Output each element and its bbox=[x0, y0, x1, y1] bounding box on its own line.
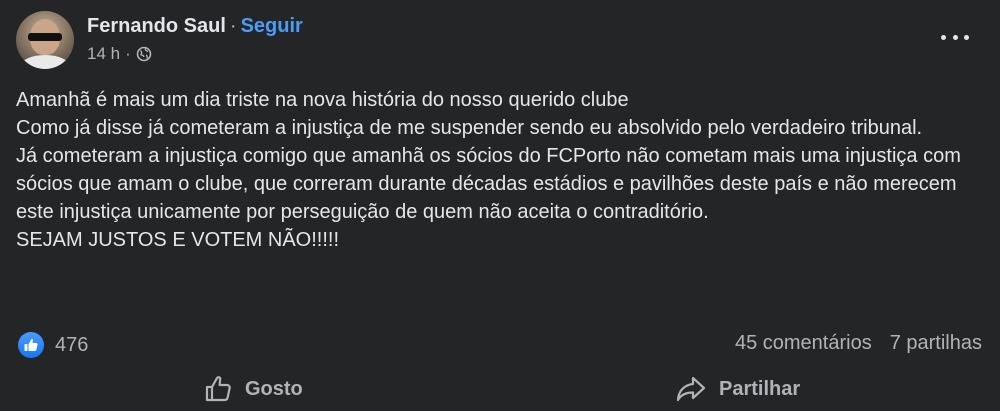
post-line: Como já disse já cometeram a injustiça d… bbox=[16, 117, 923, 139]
post-line: Já cometeram a injustiça comigo que aman… bbox=[16, 145, 961, 223]
author-name[interactable]: Fernando Saul bbox=[87, 15, 226, 37]
meta-separator: · bbox=[125, 44, 131, 63]
post-text: Amanhã é mais um dia triste na nova hist… bbox=[16, 86, 976, 254]
post-actions: Gosto Partilhar bbox=[0, 370, 1000, 411]
avatar-shirt bbox=[20, 55, 70, 69]
more-dot bbox=[941, 34, 946, 40]
more-options-icon[interactable] bbox=[941, 28, 969, 46]
like-button[interactable]: Gosto bbox=[203, 370, 303, 408]
post-line: Amanhã é mais um dia triste na nova hist… bbox=[16, 89, 629, 111]
thumbs-up-icon bbox=[205, 376, 231, 402]
like-label: Gosto bbox=[245, 377, 303, 400]
share-button[interactable]: Partilhar bbox=[675, 370, 800, 408]
like-badge-icon bbox=[18, 332, 44, 358]
post-header: Fernando Saul · Seguir bbox=[87, 13, 303, 39]
shares-count[interactable]: 7 partilhas bbox=[890, 332, 982, 355]
avatar[interactable] bbox=[16, 11, 74, 69]
post-line: SEJAM JUSTOS E VOTEM NÃO!!!!! bbox=[16, 229, 340, 251]
follow-button[interactable]: Seguir bbox=[241, 15, 303, 37]
post-meta: 14 h · bbox=[87, 43, 152, 65]
more-dot bbox=[952, 34, 958, 40]
avatar-glasses bbox=[28, 33, 62, 41]
engagement-counts: 45 comentários 7 partilhas bbox=[735, 332, 982, 355]
header-separator: · bbox=[229, 15, 237, 37]
more-dot bbox=[964, 34, 969, 40]
share-label: Partilhar bbox=[719, 377, 801, 400]
globe-icon bbox=[136, 46, 152, 62]
share-arrow-icon bbox=[676, 376, 706, 402]
comments-count[interactable]: 45 comentários bbox=[735, 332, 872, 355]
post-timestamp[interactable]: 14 h bbox=[87, 43, 120, 65]
reactions-summary[interactable]: 476 bbox=[18, 332, 88, 358]
reaction-count: 476 bbox=[55, 333, 89, 356]
